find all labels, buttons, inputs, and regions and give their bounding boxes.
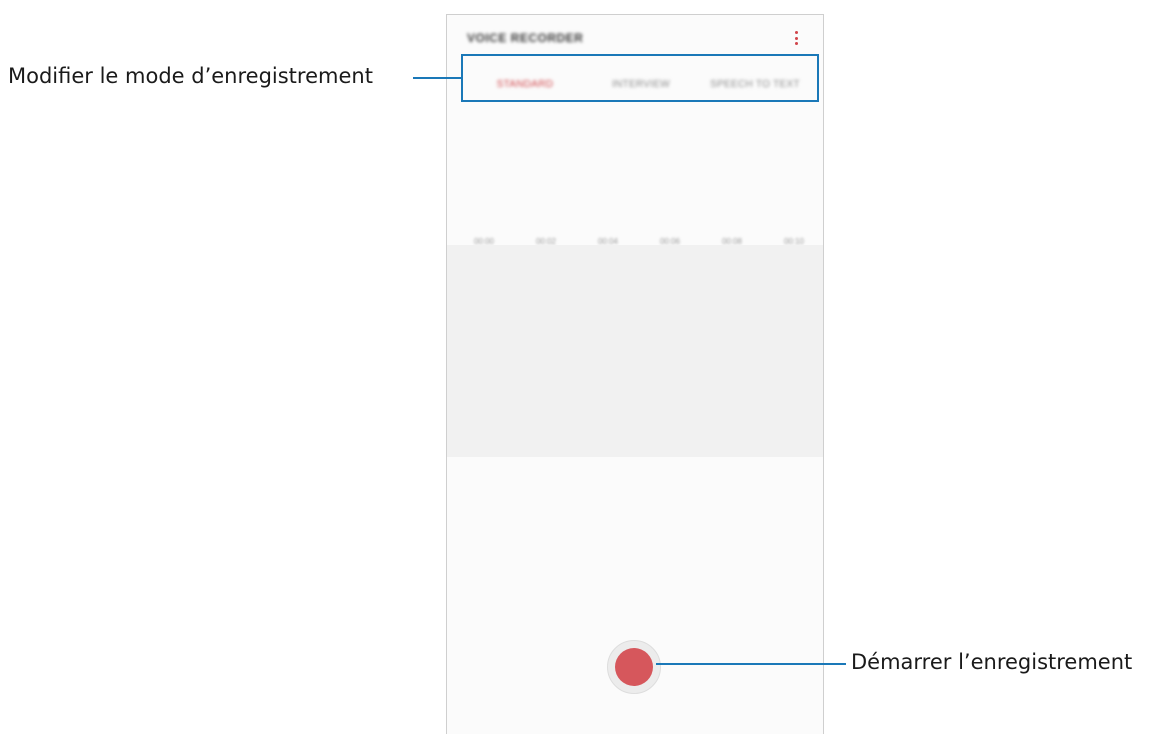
record-callout-label: Démarrer l’enregistrement — [851, 650, 1133, 674]
dot — [794, 31, 798, 34]
phone-screen: VOICE RECORDER STANDARD INTERVIEW SPEECH… — [446, 14, 824, 734]
app-title: VOICE RECORDER — [467, 31, 584, 45]
mode-callout-line — [413, 77, 461, 79]
dot — [794, 36, 798, 40]
mode-tabs-highlight — [461, 54, 819, 102]
record-icon — [615, 648, 653, 686]
dot — [794, 42, 798, 45]
record-button[interactable] — [607, 640, 661, 694]
more-options-icon[interactable] — [788, 29, 804, 47]
waveform-area — [447, 245, 823, 457]
record-callout-line — [656, 663, 846, 665]
mode-callout-label: Modifier le mode d’enregistrement — [8, 64, 373, 88]
